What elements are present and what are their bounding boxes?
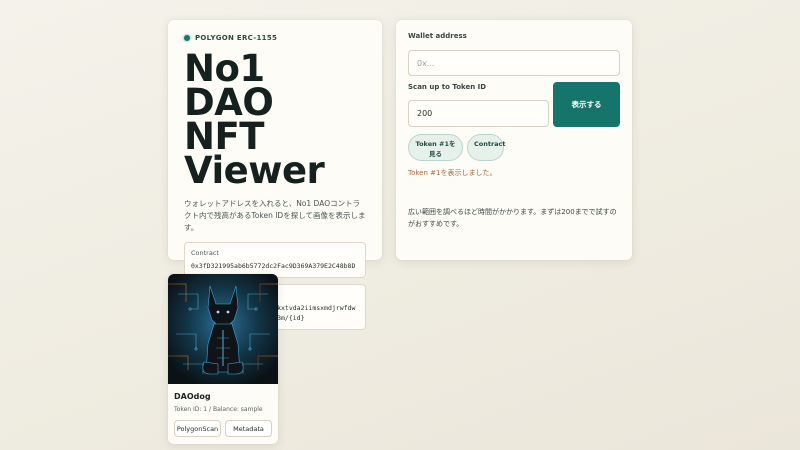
contract-address: 0x3fD321995ab6b5772dc2Fac9D369A379E2C48b… xyxy=(191,262,356,270)
wallet-address-label: Wallet address xyxy=(408,32,467,40)
viewer-form-card: Wallet address Scan up to Token ID 表示する … xyxy=(396,20,632,260)
polygonscan-button[interactable]: PolygonScan xyxy=(174,420,221,437)
page-title-line-2: NFT Viewer xyxy=(184,115,325,192)
status-dot-icon xyxy=(184,35,190,41)
daodog-image-icon xyxy=(168,274,278,384)
hero-card: POLYGON ERC-1155 No1 DAO NFT Viewer ウォレッ… xyxy=(168,20,382,330)
nft-image xyxy=(168,274,278,384)
contract-link-button[interactable]: Contract xyxy=(467,134,506,161)
network-badge-label: POLYGON ERC-1155 xyxy=(195,34,278,42)
view-token1-button[interactable]: Token #1を見る xyxy=(408,134,463,161)
contract-label: Contract xyxy=(191,249,219,257)
scan-tokenid-label: Scan up to Token ID xyxy=(408,83,487,91)
contract-box: Contract 0x3fD321995ab6b5772dc2Fac9D369A… xyxy=(184,242,366,278)
scan-tokenid-input[interactable] xyxy=(408,100,549,127)
page-title-line-1: No1 DAO xyxy=(184,47,274,124)
status-message: Token #1を表示しました。 xyxy=(408,169,497,177)
wallet-address-input[interactable] xyxy=(408,50,620,76)
nft-card: DAOdog Token ID: 1 / Balance: sample Pol… xyxy=(168,274,278,444)
hero-description: ウォレットアドレスを入れると、No1 DAOコントラクト内で残高があるToken… xyxy=(184,199,366,232)
nft-token-meta: Token ID: 1 / Balance: sample xyxy=(174,406,263,413)
page-title: No1 DAO NFT Viewer xyxy=(184,47,366,192)
nft-name: DAOdog xyxy=(174,392,211,401)
scan-hint-note: 広い範囲を調べるほど時間がかかります。まずは200までで試すのがおすすめです。 xyxy=(408,208,617,228)
network-badge: POLYGON ERC-1155 xyxy=(184,34,366,42)
metadata-button[interactable]: Metadata xyxy=(225,420,272,437)
show-button[interactable]: 表示する xyxy=(553,82,620,127)
